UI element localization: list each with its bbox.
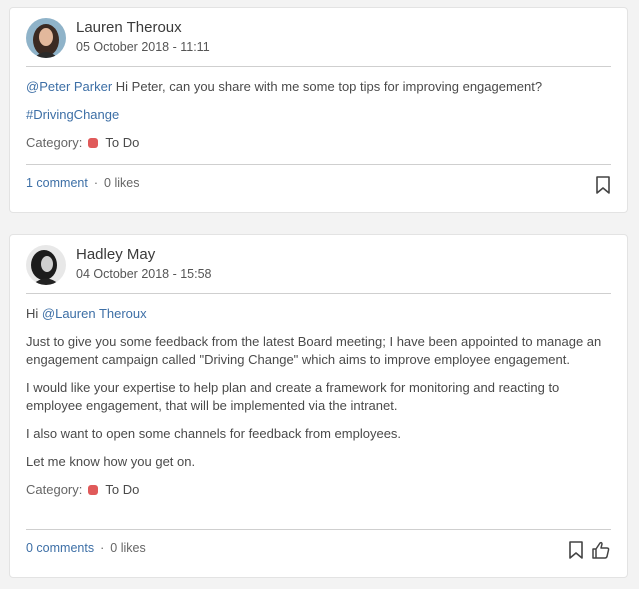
post-author[interactable]: Lauren Theroux <box>76 19 182 36</box>
bookmark-icon[interactable] <box>595 176 611 197</box>
category-value[interactable]: To Do <box>105 135 139 150</box>
post-body: Hi @Lauren Theroux Just to give you some… <box>26 305 611 509</box>
thumbs-up-icon[interactable] <box>591 541 611 562</box>
category-label: Category: <box>26 482 83 497</box>
avatar[interactable] <box>26 18 66 58</box>
post-footer: 1 comment · 0 likes <box>26 176 611 196</box>
avatar[interactable] <box>26 245 66 285</box>
divider <box>26 293 611 294</box>
post-actions <box>591 176 611 196</box>
post-category: Category: To Do <box>26 481 611 499</box>
mention-link[interactable]: @Peter Parker <box>26 79 112 94</box>
paragraph: Just to give you some feedback from the … <box>26 334 602 367</box>
category-value[interactable]: To Do <box>105 482 139 497</box>
hashtag-link[interactable]: #DrivingChange <box>26 107 119 122</box>
post-card: Hadley May 04 October 2018 - 15:58 Hi @L… <box>9 234 628 578</box>
divider <box>26 66 611 67</box>
divider <box>26 529 611 530</box>
post-actions <box>564 541 611 561</box>
post-date: 05 October 2018 - 11:11 <box>76 40 210 54</box>
category-dot-icon <box>88 138 98 148</box>
greeting: Hi <box>26 306 42 321</box>
post-date: 04 October 2018 - 15:58 <box>76 267 212 281</box>
post-footer: 0 comments · 0 likes <box>26 541 611 561</box>
post-author[interactable]: Hadley May <box>76 246 155 263</box>
post-message: Hi Peter, can you share with me some top… <box>112 79 543 94</box>
divider <box>26 164 611 165</box>
post-category: Category: To Do <box>26 134 611 152</box>
separator: · <box>93 176 99 190</box>
post-body: @Peter Parker Hi Peter, can you share wi… <box>26 78 611 162</box>
bookmark-icon[interactable] <box>568 541 584 562</box>
comments-link[interactable]: 0 comments <box>26 541 94 555</box>
category-label: Category: <box>26 135 83 150</box>
likes-count[interactable]: 0 likes <box>110 541 145 555</box>
mention-link[interactable]: @Lauren Theroux <box>42 306 147 321</box>
paragraph: Let me know how you get on. <box>26 454 196 469</box>
category-dot-icon <box>88 485 98 495</box>
paragraph: I also want to open some channels for fe… <box>26 426 402 441</box>
comments-link[interactable]: 1 comment <box>26 176 88 190</box>
post-card: Lauren Theroux 05 October 2018 - 11:11 @… <box>9 7 628 213</box>
likes-count[interactable]: 0 likes <box>104 176 139 190</box>
separator: · <box>100 541 105 555</box>
paragraph: I would like your expertise to help plan… <box>26 380 560 413</box>
